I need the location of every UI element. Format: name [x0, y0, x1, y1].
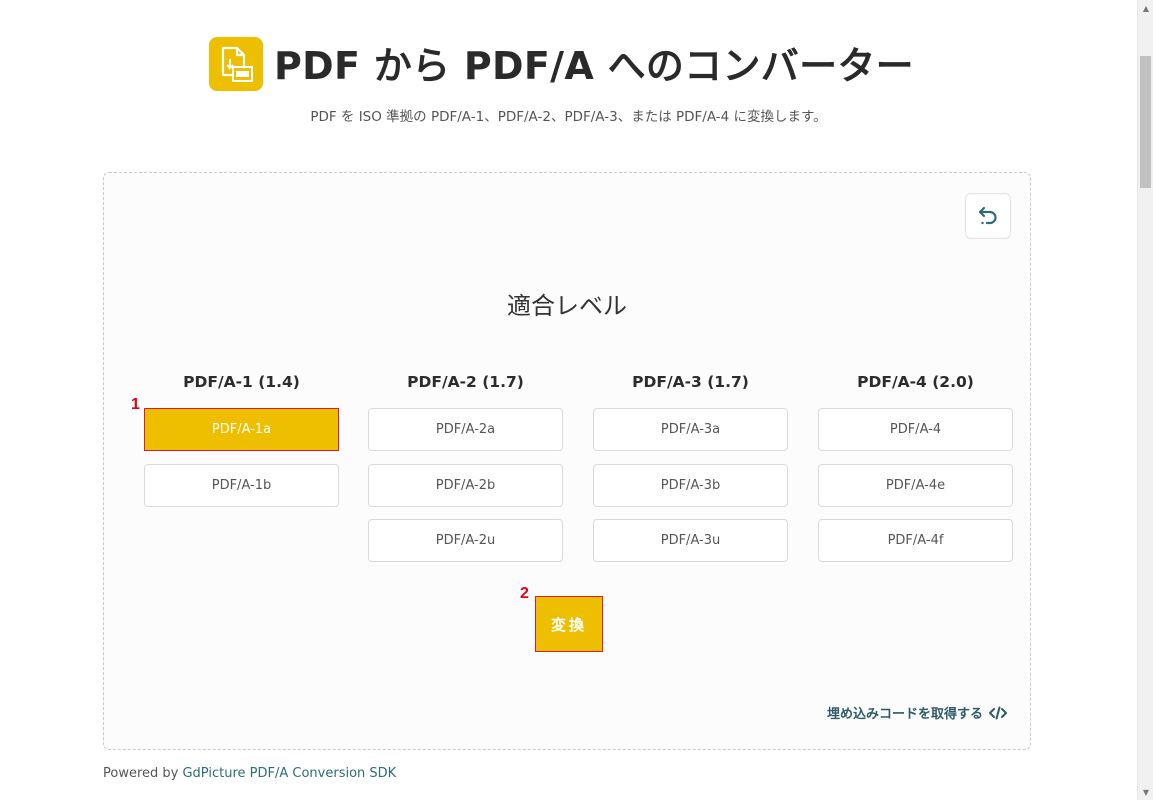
column-heading: PDF/A-4 (2.0)	[857, 373, 974, 391]
option-pdfa-4f[interactable]: PDF/A-4f	[818, 519, 1013, 562]
page-subtitle: PDF を ISO 準拠の PDF/A-1、PDF/A-2、PDF/A-3、また…	[310, 109, 827, 125]
scroll-up-arrow-icon[interactable]: ▲	[1138, 0, 1153, 16]
convert-button[interactable]: 変換	[535, 596, 603, 652]
column-heading: PDF/A-3 (1.7)	[632, 373, 749, 391]
option-pdfa-4[interactable]: PDF/A-4	[818, 408, 1013, 451]
footer-prefix: Powered by	[103, 766, 183, 781]
option-pdfa-2b[interactable]: PDF/A-2b	[368, 464, 563, 507]
column-heading: PDF/A-2 (1.7)	[407, 373, 524, 391]
reset-button[interactable]	[965, 193, 1011, 239]
pdf-convert-logo-icon	[209, 37, 263, 91]
option-pdfa-3u[interactable]: PDF/A-3u	[593, 519, 788, 562]
page-title: PDF から PDF/A へのコンバーター	[274, 44, 914, 88]
conformance-level-title: 適合レベル	[507, 292, 627, 320]
converter-card: 適合レベル PDF/A-1 (1.4) PDF/A-1a PDF/A-1b PD…	[103, 172, 1031, 750]
option-pdfa-4e[interactable]: PDF/A-4e	[818, 464, 1013, 507]
option-pdfa-1b[interactable]: PDF/A-1b	[144, 464, 339, 507]
scrollbar-thumb[interactable]	[1140, 56, 1151, 188]
scroll-down-arrow-icon[interactable]: ▼	[1138, 784, 1153, 800]
sdk-link[interactable]: GdPicture PDF/A Conversion SDK	[182, 766, 396, 781]
option-pdfa-3a[interactable]: PDF/A-3a	[593, 408, 788, 451]
footer: Powered by GdPicture PDF/A Conversion SD…	[103, 766, 396, 781]
option-pdfa-1a[interactable]: PDF/A-1a	[144, 408, 339, 451]
code-icon	[989, 706, 1007, 719]
undo-icon	[978, 206, 997, 225]
option-pdfa-3b[interactable]: PDF/A-3b	[593, 464, 788, 507]
annotation-marker-2: 2	[520, 585, 529, 602]
annotation-marker-1: 1	[131, 396, 140, 413]
column-heading: PDF/A-1 (1.4)	[183, 373, 300, 391]
option-pdfa-2u[interactable]: PDF/A-2u	[368, 519, 563, 562]
page: PDF から PDF/A へのコンバーター PDF を ISO 準拠の PDF/…	[0, 0, 1137, 800]
get-embed-code-link[interactable]: 埋め込みコードを取得する	[827, 703, 1007, 722]
vertical-scrollbar[interactable]: ▲ ▼	[1137, 0, 1153, 800]
option-pdfa-2a[interactable]: PDF/A-2a	[368, 408, 563, 451]
embed-link-label: 埋め込みコードを取得する	[826, 707, 983, 722]
